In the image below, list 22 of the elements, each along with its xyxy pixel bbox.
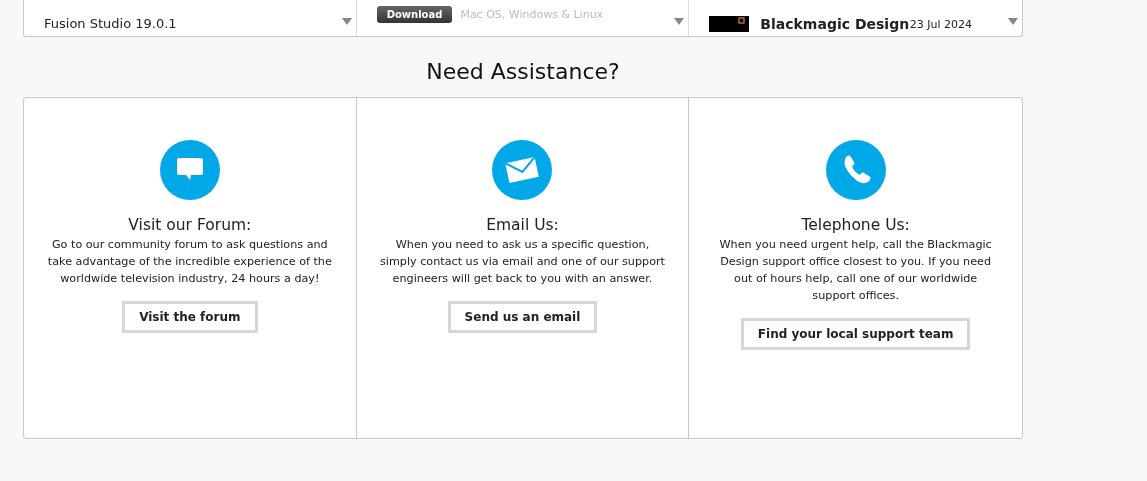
mail-icon [492,140,553,200]
section-heading: Need Assistance? [425,59,621,84]
card-button[interactable]: Find your local support team [740,318,971,350]
download-button[interactable]: Download [376,6,453,23]
card-title: Email Us: [486,216,559,234]
card-title: Visit our Forum: [128,216,252,234]
caret-icon[interactable] [341,18,352,25]
caret-icon[interactable] [674,18,685,25]
card-text: Go to our community forum to ask questions and take advantage of the incredible experience of the worldwide television industry, 24 hours a day! [46,237,333,287]
card-button[interactable]: Visit the forum [122,301,258,333]
card-title: Telephone Us: [801,216,910,234]
product-title[interactable]: Fusion Studio 19.0.1 [44,16,336,31]
caret-icon[interactable] [1008,18,1018,25]
card-text: When you need to ask us a specific question, simply contact us via email and one of our support engineers will get back to you with an answer. [378,237,666,287]
news-date: 23 Jul 2024 [909,17,972,31]
card-button[interactable]: Send us an email [447,301,598,333]
card-text: When you need urgent help, call the Blackmagic Design support office closest to you. If you need out of hours help, call one of our worldwide support offices. [718,237,993,304]
logo-icon [709,16,750,32]
news-source: Blackmagic Design [760,16,910,32]
chat-icon [159,140,220,200]
phone-icon [825,140,886,200]
platforms-text: Mac OS, Windows & Linux [460,8,604,21]
